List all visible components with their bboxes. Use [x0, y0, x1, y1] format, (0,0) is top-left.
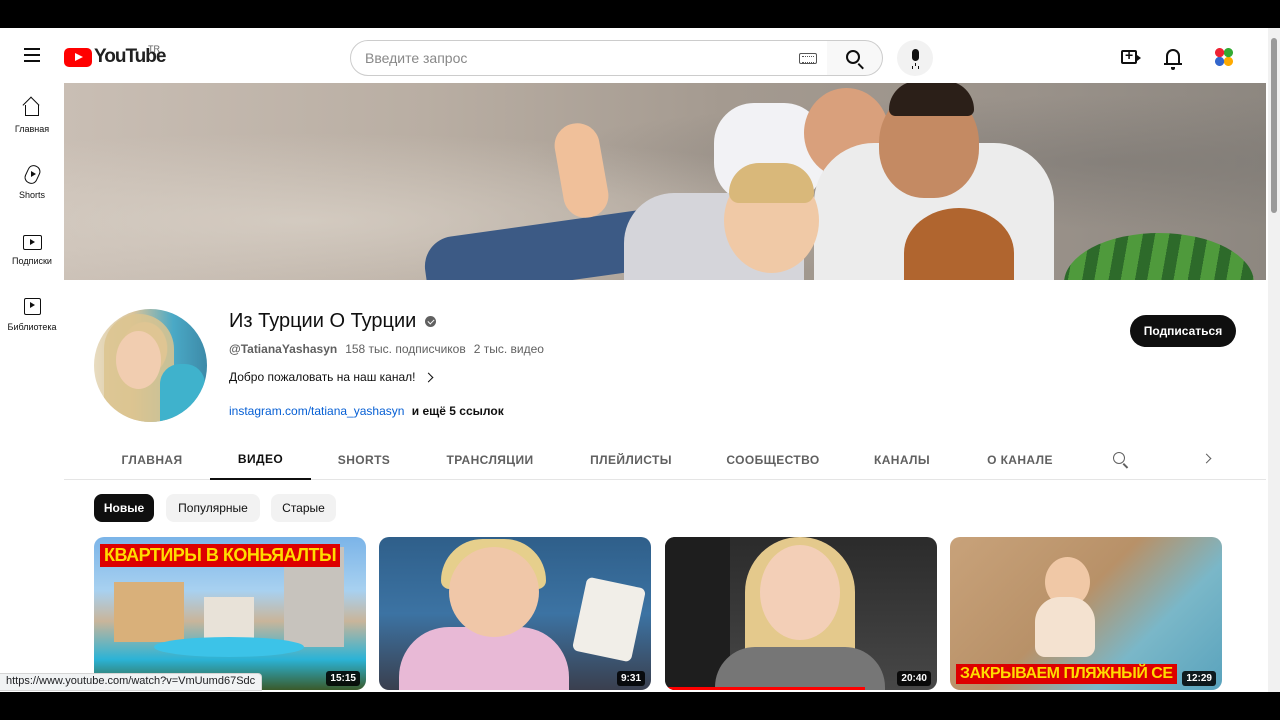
notifications-bell-icon[interactable]: [1164, 49, 1182, 70]
chevron-right-icon[interactable]: [1201, 453, 1212, 464]
sidebar-item-home[interactable]: Главная: [0, 84, 64, 150]
chip-oldest[interactable]: Старые: [271, 494, 336, 522]
video-count: 2 тыс. видео: [473, 342, 544, 356]
scrollbar-thumb[interactable]: [1271, 38, 1277, 213]
channel-avatar: [94, 309, 207, 422]
video-thumbnail[interactable]: КВАРТИРЫ В КОНЬЯАЛТЫ 15:15: [94, 537, 366, 690]
youtube-page: YouTube TR Главная Shorts Подписки: [0, 28, 1280, 692]
thumbnail-headline: КВАРТИРЫ В КОНЬЯАЛТЫ: [100, 544, 341, 567]
video-thumbnail[interactable]: 20:40: [665, 537, 937, 690]
microphone-icon: [912, 49, 919, 66]
channel-name: Из Турции О Турции: [229, 310, 417, 332]
video-thumbnail[interactable]: 9:31: [379, 537, 651, 690]
search-icon: [846, 50, 860, 64]
create-video-icon[interactable]: [1121, 47, 1141, 64]
more-links[interactable]: и ещё 5 ссылок: [412, 404, 504, 418]
channel-description[interactable]: Добро пожаловать на наш канал!: [229, 370, 433, 384]
sidebar-item-label: Shorts: [18, 190, 45, 200]
channel-handle: @TatianaYashasyn: [229, 342, 338, 356]
masthead: YouTube TR: [0, 28, 1268, 84]
tab-home[interactable]: ГЛАВНАЯ: [108, 440, 196, 480]
search-box[interactable]: [350, 40, 828, 76]
tab-videos[interactable]: ВИДЕО: [210, 440, 311, 480]
region-code: TR: [148, 44, 160, 54]
chip-newest[interactable]: Новые: [94, 494, 154, 522]
video-duration: 20:40: [897, 671, 931, 686]
video-duration: 12:29: [1182, 671, 1216, 686]
instagram-link[interactable]: instagram.com/tatiana_yashasyn: [229, 404, 404, 418]
keyboard-icon[interactable]: [799, 53, 817, 64]
thumbnail-headline: ЗАКРЫВАЕМ ПЛЯЖНЫЙ СЕ: [956, 664, 1177, 684]
subscriber-count: 158 тыс. подписчиков: [345, 342, 466, 356]
account-avatar[interactable]: [1213, 46, 1235, 68]
search-input[interactable]: [365, 50, 785, 66]
sidebar-item-label: Библиотека: [7, 322, 57, 332]
sidebar-item-subscriptions[interactable]: Подписки: [0, 216, 64, 282]
channel-links: instagram.com/tatiana_yashasyn и ещё 5 с…: [229, 404, 504, 418]
voice-search-button[interactable]: [897, 40, 933, 76]
chip-popular[interactable]: Популярные: [166, 494, 260, 522]
verified-badge-icon: [425, 316, 437, 327]
youtube-play-icon: [64, 47, 92, 67]
tab-live[interactable]: ТРАНСЛЯЦИИ: [434, 440, 546, 480]
channel-search-icon[interactable]: [1113, 452, 1125, 464]
video-duration: 9:31: [616, 671, 645, 686]
channel-title: Из Турции О Турции: [229, 310, 437, 333]
channel-banner: [64, 83, 1266, 280]
subscriptions-icon: [22, 230, 42, 250]
description-text: Добро пожаловать на наш канал!: [229, 370, 416, 384]
mini-guide: Главная Shorts Подписки Библиотека: [0, 84, 64, 348]
sidebar-item-shorts[interactable]: Shorts: [0, 150, 64, 216]
tab-playlists[interactable]: ПЛЕЙЛИСТЫ: [578, 440, 684, 480]
video-thumbnail[interactable]: ЗАКРЫВАЕМ ПЛЯЖНЫЙ СЕ 12:29: [950, 537, 1222, 690]
shorts-icon: [22, 164, 42, 184]
channel-meta: @TatianaYashasyn 158 тыс. подписчиков 2 …: [229, 342, 544, 356]
tab-channels[interactable]: КАНАЛЫ: [860, 440, 944, 480]
search-button[interactable]: [827, 40, 883, 76]
chevron-right-icon: [423, 372, 433, 382]
sidebar-item-label: Главная: [14, 124, 50, 134]
sidebar-item-label: Подписки: [12, 256, 52, 266]
channel-tabs: ГЛАВНАЯ ВИДЕО SHORTS ТРАНСЛЯЦИИ ПЛЕЙЛИСТ…: [64, 440, 1266, 480]
menu-icon[interactable]: [20, 45, 44, 67]
tab-about[interactable]: О КАНАЛЕ: [974, 440, 1066, 480]
video-duration: 15:15: [326, 671, 360, 686]
tab-shorts[interactable]: SHORTS: [324, 440, 404, 480]
link-status-bar: https://www.youtube.com/watch?v=VmUumd67…: [0, 673, 263, 691]
home-icon: [22, 98, 42, 118]
page-scrollbar[interactable]: [1268, 28, 1280, 692]
subscribe-button[interactable]: Подписаться: [1130, 315, 1236, 347]
tab-community[interactable]: СООБЩЕСТВО: [716, 440, 830, 480]
library-icon: [22, 296, 42, 316]
sidebar-item-library[interactable]: Библиотека: [0, 282, 64, 348]
